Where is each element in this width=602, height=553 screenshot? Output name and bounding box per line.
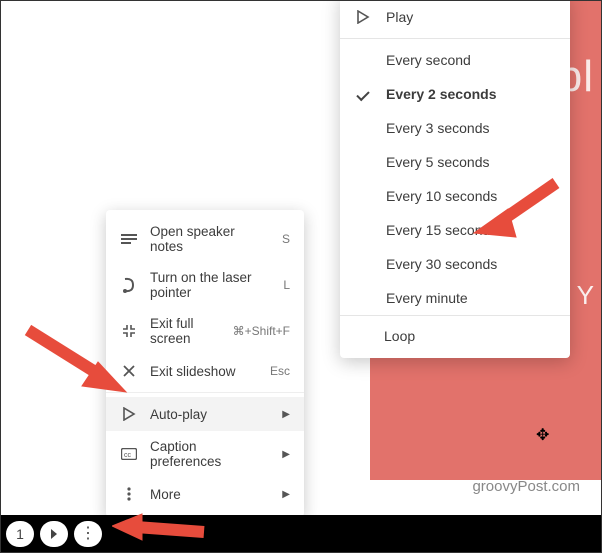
- menu-item-exit-full-screen[interactable]: Exit full screen ⌘+Shift+F: [106, 308, 304, 354]
- submenu-item-loop[interactable]: Loop: [340, 315, 570, 358]
- submenu-item-interval[interactable]: Every second: [340, 43, 570, 77]
- submenu-item-label: Every 3 seconds: [386, 120, 554, 136]
- submenu-arrow-icon: ▶: [282, 409, 290, 420]
- submenu-item-label: Every 2 seconds: [386, 86, 554, 102]
- submenu-item-play[interactable]: Play: [340, 0, 570, 34]
- submenu-item-label: Every 30 seconds: [386, 256, 554, 272]
- watermark: groovyPost.com: [472, 478, 580, 495]
- menu-item-label: More: [150, 487, 270, 502]
- submenu-item-interval[interactable]: Every 30 seconds: [340, 247, 570, 281]
- submenu-arrow-icon: ▶: [282, 449, 290, 460]
- menu-item-label: Open speaker notes: [150, 224, 270, 254]
- captions-icon: cc: [120, 445, 138, 463]
- laser-icon: [120, 276, 138, 294]
- submenu-item-label: Every 10 seconds: [386, 188, 554, 204]
- menu-item-label: Exit full screen: [150, 316, 221, 346]
- notes-icon: [120, 230, 138, 248]
- menu-item-shortcut: Esc: [270, 364, 290, 378]
- submenu-item-label: Every second: [386, 52, 554, 68]
- menu-separator: [340, 38, 570, 39]
- menu-item-auto-play[interactable]: Auto-play ▶: [106, 397, 304, 431]
- submenu-item-interval[interactable]: Every minute: [340, 281, 570, 315]
- submenu-item-interval[interactable]: Every 2 seconds: [340, 77, 570, 111]
- play-icon: [120, 405, 138, 423]
- menu-item-label: Turn on the laser pointer: [150, 270, 271, 300]
- slide-number: 1: [16, 526, 24, 542]
- submenu-arrow-icon: ▶: [282, 489, 290, 500]
- svg-text:cc: cc: [124, 452, 132, 459]
- more-options-button[interactable]: ⋮: [74, 521, 102, 547]
- menu-item-shortcut: L: [283, 278, 290, 292]
- exit-fullscreen-icon: [120, 322, 138, 340]
- menu-item-shortcut: S: [282, 232, 290, 246]
- submenu-item-label: Every 15 seconds: [386, 222, 554, 238]
- presenter-context-menu: Open speaker notes S Turn on the laser p…: [106, 210, 304, 517]
- check-icon: [354, 91, 372, 98]
- menu-separator: [106, 392, 304, 393]
- next-slide-button[interactable]: [40, 521, 68, 547]
- screenshot-stage: Simpl By Y Open speaker notes S Turn on …: [0, 0, 602, 553]
- submenu-item-interval[interactable]: Every 5 seconds: [340, 145, 570, 179]
- more-icon: [120, 485, 138, 503]
- menu-item-caption-preferences[interactable]: cc Caption preferences ▶: [106, 431, 304, 477]
- menu-item-label: Caption preferences: [150, 439, 270, 469]
- menu-item-exit-slideshow[interactable]: Exit slideshow Esc: [106, 354, 304, 388]
- chevron-right-icon: [51, 529, 57, 539]
- menu-item-label: Exit slideshow: [150, 364, 258, 379]
- slide-number-pill[interactable]: 1: [6, 521, 34, 547]
- submenu-item-label: Every minute: [386, 290, 554, 306]
- autoplay-submenu: Play Every second Every 2 seconds Every 3 …: [340, 0, 570, 358]
- play-icon: [354, 10, 372, 24]
- submenu-item-label: Every 5 seconds: [386, 154, 554, 170]
- menu-item-label: Auto-play: [150, 407, 270, 422]
- submenu-item-interval[interactable]: Every 3 seconds: [340, 111, 570, 145]
- menu-item-laser-pointer[interactable]: Turn on the laser pointer L: [106, 262, 304, 308]
- menu-item-more[interactable]: More ▶: [106, 477, 304, 511]
- submenu-item-interval[interactable]: Every 15 seconds: [340, 213, 570, 247]
- close-icon: [120, 362, 138, 380]
- submenu-item-label: Loop: [384, 328, 415, 344]
- menu-item-open-speaker-notes[interactable]: Open speaker notes S: [106, 216, 304, 262]
- submenu-item-label: Play: [386, 9, 554, 25]
- submenu-item-interval[interactable]: Every 10 seconds: [340, 179, 570, 213]
- menu-item-shortcut: ⌘+Shift+F: [233, 324, 290, 338]
